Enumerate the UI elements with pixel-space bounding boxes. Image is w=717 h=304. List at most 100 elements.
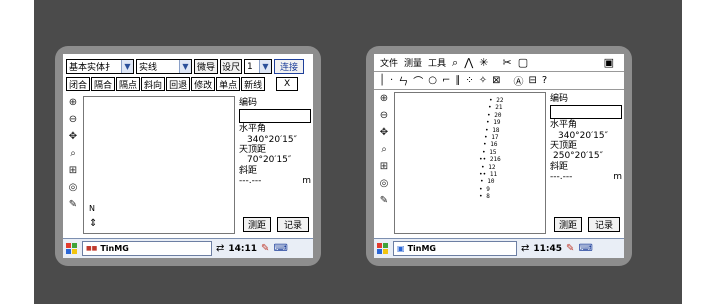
zoom-all-icon[interactable]: ⊞ bbox=[377, 160, 391, 174]
point-tool-icon[interactable]: · bbox=[390, 75, 393, 86]
north-label: N bbox=[89, 204, 95, 213]
pan-icon[interactable]: ✥ bbox=[66, 130, 80, 144]
zoom-window-icon[interactable]: ⌕ bbox=[66, 147, 80, 161]
tool-column: ⊕ ⊖ ✥ ⌕ ⊞ ◎ ✎ bbox=[376, 92, 392, 208]
number-combo[interactable]: 1 ▼ bbox=[244, 59, 272, 74]
survey-point: • 12 bbox=[481, 163, 496, 171]
satellite-icon[interactable]: ✳ bbox=[479, 56, 488, 69]
magic-tool-icon[interactable]: ✧ bbox=[479, 75, 487, 86]
help-icon[interactable]: ? bbox=[542, 75, 547, 86]
survey-point: • 10 bbox=[480, 178, 495, 186]
single-point-button[interactable]: 单点 bbox=[216, 77, 241, 91]
scatter-tool-icon[interactable]: ⁘ bbox=[465, 75, 473, 86]
zoom-out-icon[interactable]: ⊖ bbox=[66, 113, 80, 127]
line-type-combo[interactable]: 实线 ▼ bbox=[136, 59, 192, 74]
task-app-label: TinMG bbox=[407, 244, 436, 253]
gap-close-button[interactable]: 隔合 bbox=[91, 77, 116, 91]
pen-icon[interactable]: ✎ bbox=[261, 243, 269, 254]
measure-button[interactable]: 测距 bbox=[554, 217, 582, 232]
clock: 14:11 bbox=[228, 243, 258, 254]
connect-button[interactable]: 连接 bbox=[274, 59, 304, 74]
map-canvas[interactable]: N ⇕ bbox=[83, 96, 235, 234]
compass-icon[interactable]: ◎ bbox=[377, 177, 391, 191]
device-right: 文件 测量 工具 ⌕ ⋀ ✳ ✂ ▢ ▣ │ · ㄣ ⌒ ○ ⌐ ∥ ⁘ ✧ ⊠… bbox=[366, 46, 632, 266]
measure-tool-icon[interactable]: ⊟ bbox=[529, 75, 537, 86]
zenith-label: 天顶距 bbox=[550, 141, 578, 152]
circle-tool-icon[interactable]: ○ bbox=[428, 75, 437, 86]
curve-tool-icon[interactable]: ⌐ bbox=[442, 75, 450, 86]
close-loop-button[interactable]: 闭合 bbox=[66, 77, 91, 91]
task-app[interactable]: ▣ TinMG bbox=[393, 241, 517, 256]
survey-point: • 22 bbox=[489, 97, 504, 104]
clock: 11:45 bbox=[533, 243, 563, 254]
survey-point: •• 11 bbox=[479, 171, 498, 179]
network-icon[interactable]: ⇄ bbox=[521, 243, 529, 254]
menu-survey[interactable]: 测量 bbox=[404, 56, 422, 69]
settings-icon[interactable]: ✎ bbox=[377, 194, 391, 208]
line-tool-icon[interactable]: │ bbox=[379, 75, 385, 86]
start-icon[interactable] bbox=[377, 242, 389, 255]
survey-point: • 16 bbox=[483, 141, 498, 149]
point-list: • 22 • 21 • 20 • 19 • 18 • 17 • 16 • 15 … bbox=[479, 97, 503, 201]
chevron-down-icon: ▼ bbox=[121, 60, 133, 73]
label-tool-icon[interactable]: Ⓐ bbox=[514, 73, 524, 88]
hangle-value: 340°20′15″ bbox=[558, 130, 608, 141]
survey-point: • 17 bbox=[484, 134, 499, 142]
start-icon[interactable] bbox=[66, 242, 78, 255]
slope-unit: m bbox=[302, 176, 311, 187]
parallel-tool-icon[interactable]: ∥ bbox=[455, 75, 460, 86]
keyboard-icon[interactable]: ⌨ bbox=[578, 243, 592, 254]
undo-button[interactable]: 回退 bbox=[166, 77, 191, 91]
tool-column: ⊕ ⊖ ✥ ⌕ ⊞ ◎ ✎ bbox=[65, 96, 81, 212]
oblique-button[interactable]: 斜向 bbox=[141, 77, 166, 91]
tools-icon[interactable]: ✂ bbox=[502, 56, 511, 69]
chevron-down-icon: ▼ bbox=[259, 60, 271, 73]
survey-point: • 20 bbox=[487, 111, 502, 119]
polyline-tool-icon[interactable]: ㄣ bbox=[398, 73, 408, 88]
menu-file[interactable]: 文件 bbox=[380, 56, 398, 69]
edit-button[interactable]: 修改 bbox=[191, 77, 216, 91]
hangle-value: 340°20′15″ bbox=[247, 134, 297, 145]
scan-tool-icon[interactable]: ⊠ bbox=[492, 75, 500, 86]
new-line-button[interactable]: 新线 bbox=[241, 77, 266, 91]
search-icon[interactable]: ⌕ bbox=[452, 56, 458, 70]
guide-button[interactable]: 微导 bbox=[194, 59, 218, 74]
app-icon: ■■ bbox=[86, 245, 98, 252]
close-button[interactable]: X bbox=[276, 77, 299, 91]
record-button[interactable]: 记录 bbox=[277, 217, 309, 232]
record-button[interactable]: 记录 bbox=[588, 217, 620, 232]
keyboard-icon[interactable]: ⌨ bbox=[273, 243, 287, 254]
survey-point: • 15 bbox=[482, 148, 497, 156]
settings-icon[interactable]: ✎ bbox=[66, 198, 80, 212]
code-field[interactable] bbox=[239, 109, 311, 124]
zoom-all-icon[interactable]: ⊞ bbox=[66, 164, 80, 178]
pen-icon[interactable]: ✎ bbox=[566, 243, 574, 254]
slope-row: ---.--- m bbox=[550, 172, 622, 182]
compass-icon[interactable]: ◎ bbox=[66, 181, 80, 195]
menu-bar: 文件 测量 工具 ⌕ ⋀ ✳ ✂ ▢ ▣ bbox=[374, 54, 624, 72]
measure-button[interactable]: 测距 bbox=[243, 217, 271, 232]
zoom-window-icon[interactable]: ⌕ bbox=[377, 143, 391, 157]
screen-left: 基本实体扌 ▼ 实线 ▼ 微导 设尺 1 ▼ 连接 闭合 隔合 隔点 斜向 回退… bbox=[63, 54, 313, 258]
task-app[interactable]: ■■ TinMG bbox=[82, 241, 212, 256]
gap-point-button[interactable]: 隔点 bbox=[116, 77, 141, 91]
window-icon[interactable]: ▢ bbox=[518, 56, 528, 69]
slope-row: ---.--- m bbox=[239, 176, 311, 186]
map-canvas[interactable]: • 22 • 21 • 20 • 19 • 18 • 17 • 16 • 15 … bbox=[394, 92, 546, 234]
slope-label: 斜距 bbox=[239, 165, 258, 176]
mode-combo[interactable]: 基本实体扌 ▼ bbox=[66, 59, 134, 74]
network-icon[interactable]: ⇄ bbox=[216, 243, 224, 254]
zoom-in-icon[interactable]: ⊕ bbox=[377, 92, 391, 106]
chevron-down-icon: ▼ bbox=[179, 60, 191, 73]
menu-tools[interactable]: 工具 bbox=[428, 56, 446, 69]
tripod-icon[interactable]: ⋀ bbox=[464, 56, 473, 69]
arc-tool-icon[interactable]: ⌒ bbox=[413, 73, 423, 88]
pan-icon[interactable]: ✥ bbox=[377, 126, 391, 140]
survey-point: •• 216 bbox=[479, 156, 501, 164]
minimize-icon[interactable]: ▣ bbox=[604, 56, 614, 69]
info-panel: 编码 水平角 340°20′15″ 天顶距 250°20′15″ 斜距 ---.… bbox=[550, 94, 622, 182]
zoom-in-icon[interactable]: ⊕ bbox=[66, 96, 80, 110]
code-field[interactable] bbox=[550, 105, 622, 120]
zoom-out-icon[interactable]: ⊖ bbox=[377, 109, 391, 123]
set-button[interactable]: 设尺 bbox=[220, 59, 242, 74]
